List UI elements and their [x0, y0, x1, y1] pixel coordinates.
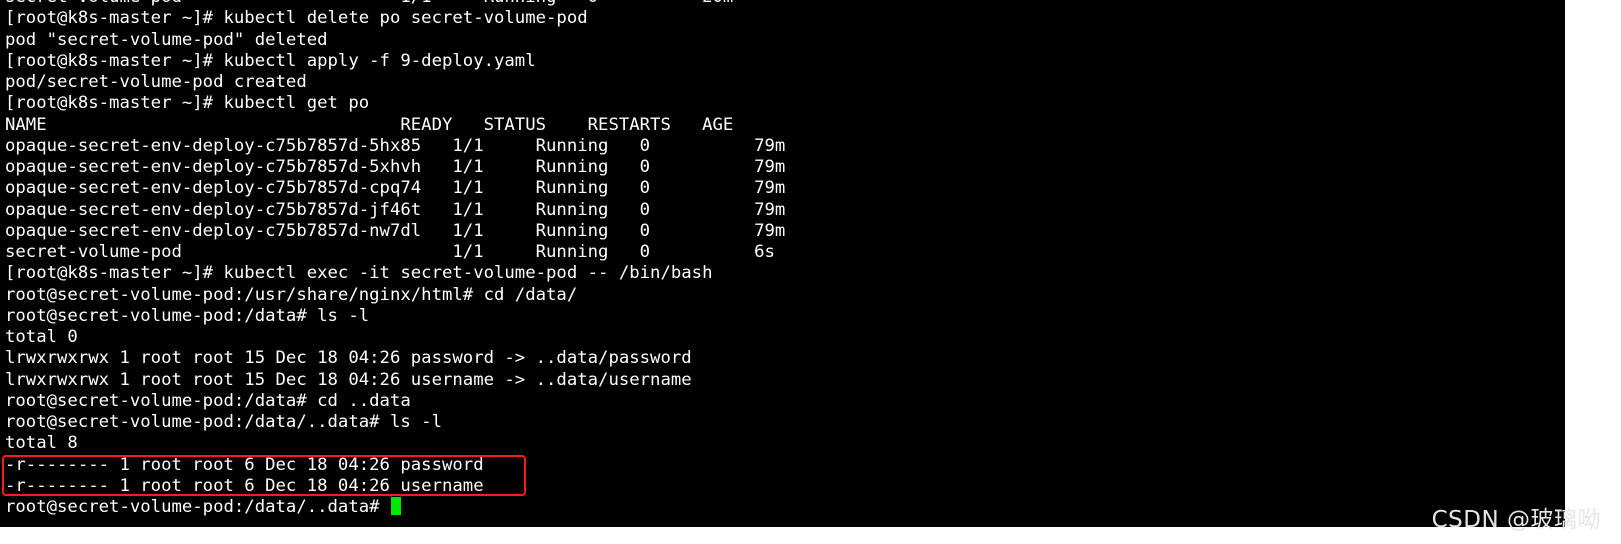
table-row: opaque-secret-env-deploy-c75b7857d-5xhvh… — [5, 157, 786, 177]
terminal-line: [root@k8s-master ~]# kubectl delete po s… — [5, 8, 588, 29]
terminal-line: total 8 — [5, 433, 78, 454]
prompt-line[interactable]: root@secret-volume-pod:/data/..data# — [5, 497, 785, 518]
table-row: opaque-secret-env-deploy-c75b7857d-nw7dl… — [5, 220, 786, 241]
terminal-line: [root@k8s-master ~]# kubectl exec -it se… — [5, 263, 713, 284]
table-header: NAME READY STATUS RESTARTS AGE — [5, 114, 734, 135]
terminal-line: lrwxrwxrwx 1 root root 15 Dec 18 04:26 p… — [5, 348, 692, 369]
cursor-block — [390, 497, 401, 515]
terminal-line: lrwxrwxrwx 1 root root 15 Dec 18 04:26 u… — [5, 369, 692, 390]
terminal-line: total 0 — [5, 327, 78, 347]
highlight-box — [2, 455, 526, 496]
watermark: CSDN @玻璃呦 — [1431, 507, 1601, 533]
table-row: opaque-secret-env-deploy-c75b7857d-jf46t… — [5, 199, 786, 220]
terminal-line: [root@k8s-master ~]# kubectl get po — [5, 93, 370, 114]
terminal-line: root@secret-volume-pod:/data/..data# ls … — [5, 412, 442, 432]
terminal-line: root@secret-volume-pod:/data# cd ..data — [5, 390, 411, 411]
terminal-window[interactable]: secret-volume-pod 1/1 Running 0 20m [roo… — [0, 0, 1565, 527]
table-row: opaque-secret-env-deploy-c75b7857d-cpq74… — [5, 178, 786, 199]
terminal-line: [root@k8s-master ~]# kubectl apply -f 9-… — [5, 50, 536, 71]
terminal-line: secret-volume-pod 1/1 Running 0 20m — [5, 0, 785, 8]
terminal-line: root@secret-volume-pod:/usr/share/nginx/… — [5, 284, 578, 305]
terminal-line: root@secret-volume-pod:/data# ls -l — [5, 305, 370, 326]
terminal-line: pod "secret-volume-pod" deleted — [5, 29, 328, 50]
prompt-text: root@secret-volume-pod:/data/..data# — [5, 497, 390, 517]
table-row: secret-volume-pod 1/1 Running 0 6s — [5, 242, 775, 262]
terminal-output: secret-volume-pod 1/1 Running 0 20m [roo… — [5, 0, 785, 518]
table-row: opaque-secret-env-deploy-c75b7857d-5hx85… — [5, 135, 786, 156]
terminal-line: pod/secret-volume-pod created — [5, 72, 307, 92]
